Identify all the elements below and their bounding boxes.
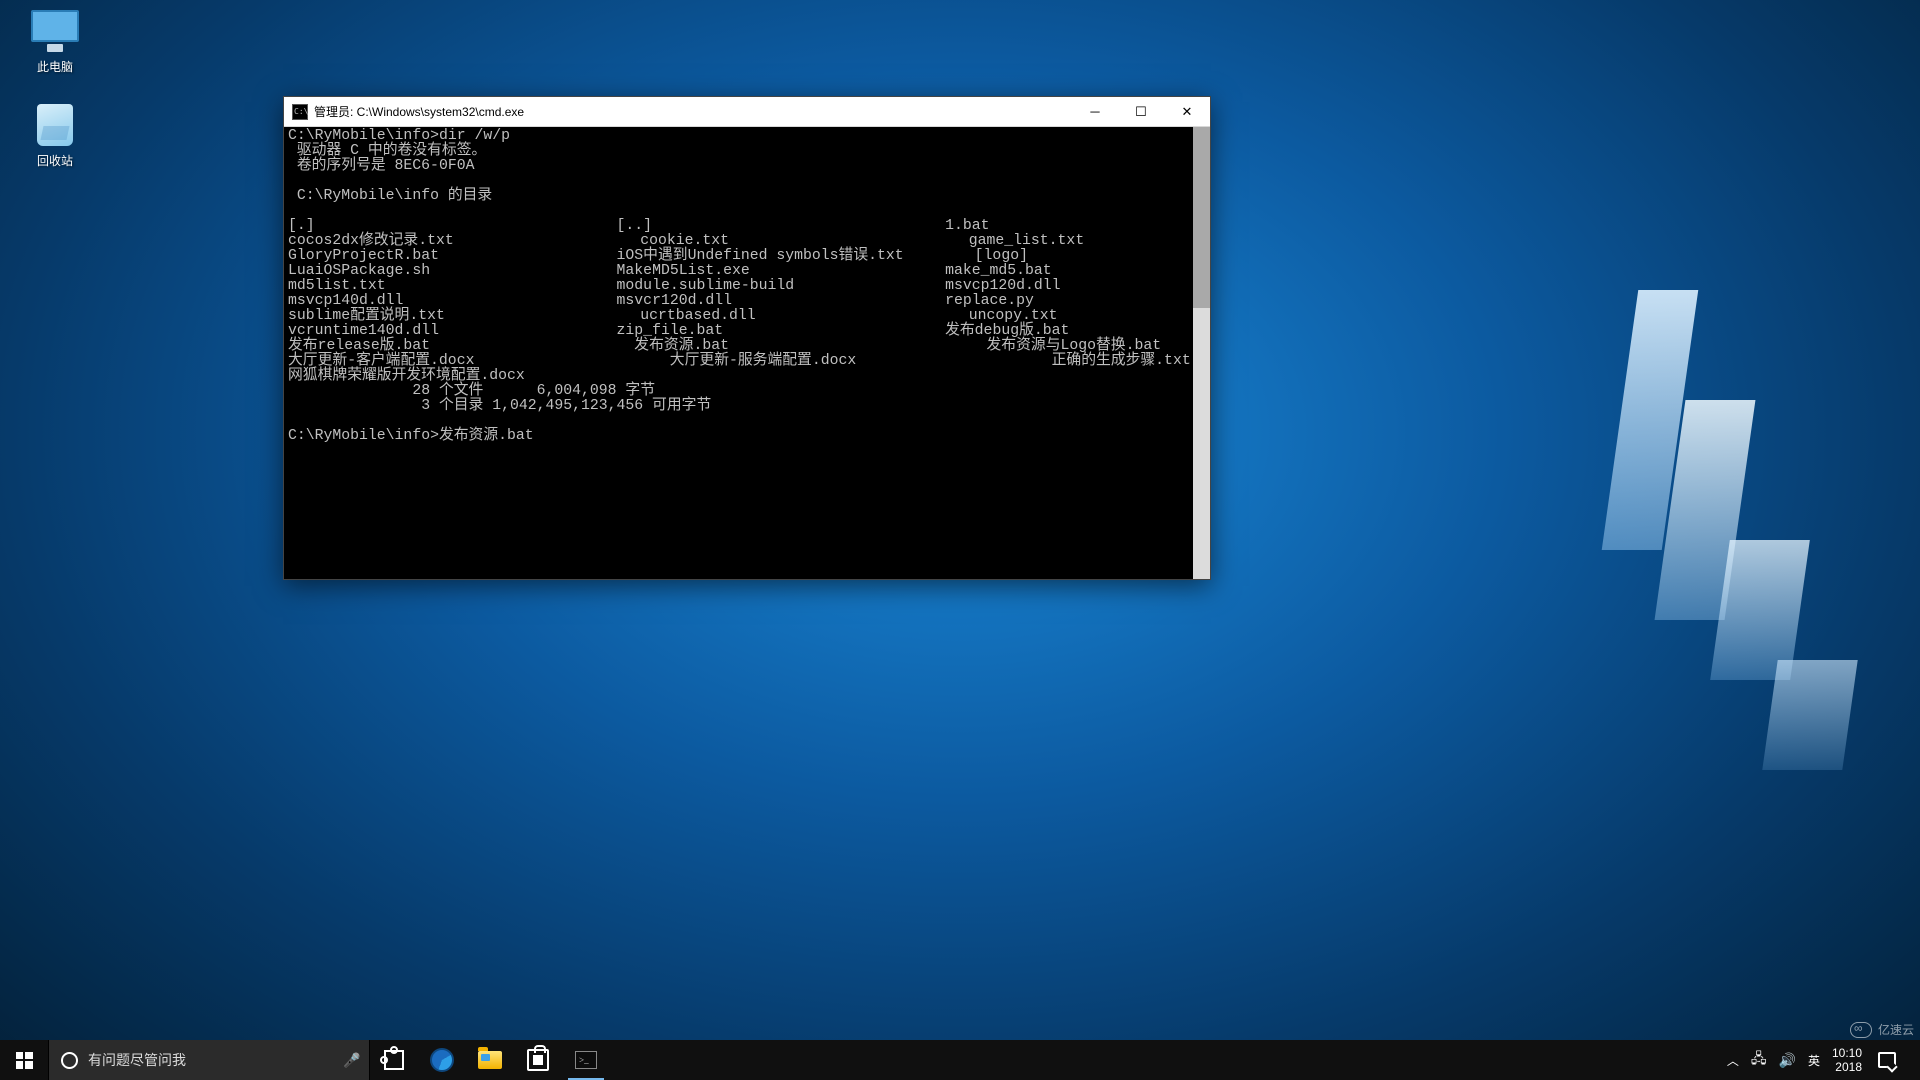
store-icon	[527, 1049, 549, 1071]
taskbar-pin-explorer[interactable]	[466, 1040, 514, 1080]
window-title: 管理员: C:\Windows\system32\cmd.exe	[314, 103, 1072, 120]
tray-overflow-icon[interactable]: ︿	[1727, 1052, 1739, 1069]
desktop-icon-this-pc[interactable]: 此电脑	[10, 10, 100, 75]
titlebar[interactable]: 管理员: C:\Windows\system32\cmd.exe ─ ☐ ✕	[284, 97, 1210, 127]
search-placeholder: 有问题尽管问我	[88, 1050, 335, 1070]
wallpaper-stroke	[1762, 660, 1857, 770]
taskbar: 有问题尽管问我 🎤 ︿ 🖧 🔊 英 10:10 2018	[0, 1040, 1920, 1080]
task-view-icon	[384, 1050, 404, 1070]
edge-icon	[430, 1048, 454, 1072]
volume-icon[interactable]: 🔊	[1779, 1052, 1796, 1069]
minimize-button[interactable]: ─	[1072, 97, 1118, 127]
taskbar-pin-store[interactable]	[514, 1040, 562, 1080]
cmd-window[interactable]: 管理员: C:\Windows\system32\cmd.exe ─ ☐ ✕ C…	[283, 96, 1211, 580]
clock-date: 2018	[1832, 1060, 1862, 1074]
system-tray[interactable]: ︿ 🖧 🔊 英 10:10 2018	[1717, 1040, 1920, 1080]
wallpaper-stroke	[1655, 400, 1756, 620]
scrollbar-thumb[interactable]	[1193, 127, 1210, 308]
recycle-bin-icon	[37, 104, 73, 146]
start-button[interactable]	[0, 1040, 48, 1080]
watermark: 亿速云	[1850, 1021, 1914, 1038]
watermark-text: 亿速云	[1878, 1021, 1914, 1038]
desktop-icon-label: 回收站	[10, 152, 100, 169]
taskbar-pin-edge[interactable]	[418, 1040, 466, 1080]
terminal-output[interactable]: C:\RyMobile\info>dir /w/p 驱动器 C 中的卷没有标签。…	[284, 127, 1193, 579]
maximize-button[interactable]: ☐	[1118, 97, 1164, 127]
scrollbar[interactable]	[1193, 127, 1210, 579]
ime-indicator[interactable]: 英	[1808, 1052, 1820, 1069]
terminal-client: C:\RyMobile\info>dir /w/p 驱动器 C 中的卷没有标签。…	[284, 127, 1210, 579]
cortana-search[interactable]: 有问题尽管问我 🎤	[48, 1040, 370, 1080]
cmd-icon	[575, 1051, 597, 1069]
task-view-button[interactable]	[370, 1040, 418, 1080]
network-icon[interactable]: 🖧	[1751, 1048, 1767, 1072]
cortana-icon	[61, 1052, 78, 1069]
taskbar-running-cmd[interactable]	[562, 1040, 610, 1080]
clock[interactable]: 10:10 2018	[1832, 1046, 1866, 1074]
microphone-icon[interactable]: 🎤	[335, 1052, 369, 1069]
wallpaper-stroke	[1602, 290, 1699, 550]
file-explorer-icon	[478, 1051, 502, 1069]
computer-icon	[31, 10, 79, 54]
watermark-icon	[1850, 1022, 1872, 1038]
desktop-icon-label: 此电脑	[10, 58, 100, 75]
cmd-titlebar-icon	[292, 104, 308, 120]
close-button[interactable]: ✕	[1164, 97, 1210, 127]
taskbar-spacer	[610, 1040, 1717, 1080]
wallpaper-stroke	[1710, 540, 1810, 680]
windows-logo-icon	[16, 1052, 33, 1069]
action-center-icon[interactable]	[1878, 1052, 1896, 1068]
desktop-icon-recycle-bin[interactable]: 回收站	[10, 104, 100, 169]
clock-time: 10:10	[1832, 1046, 1862, 1060]
